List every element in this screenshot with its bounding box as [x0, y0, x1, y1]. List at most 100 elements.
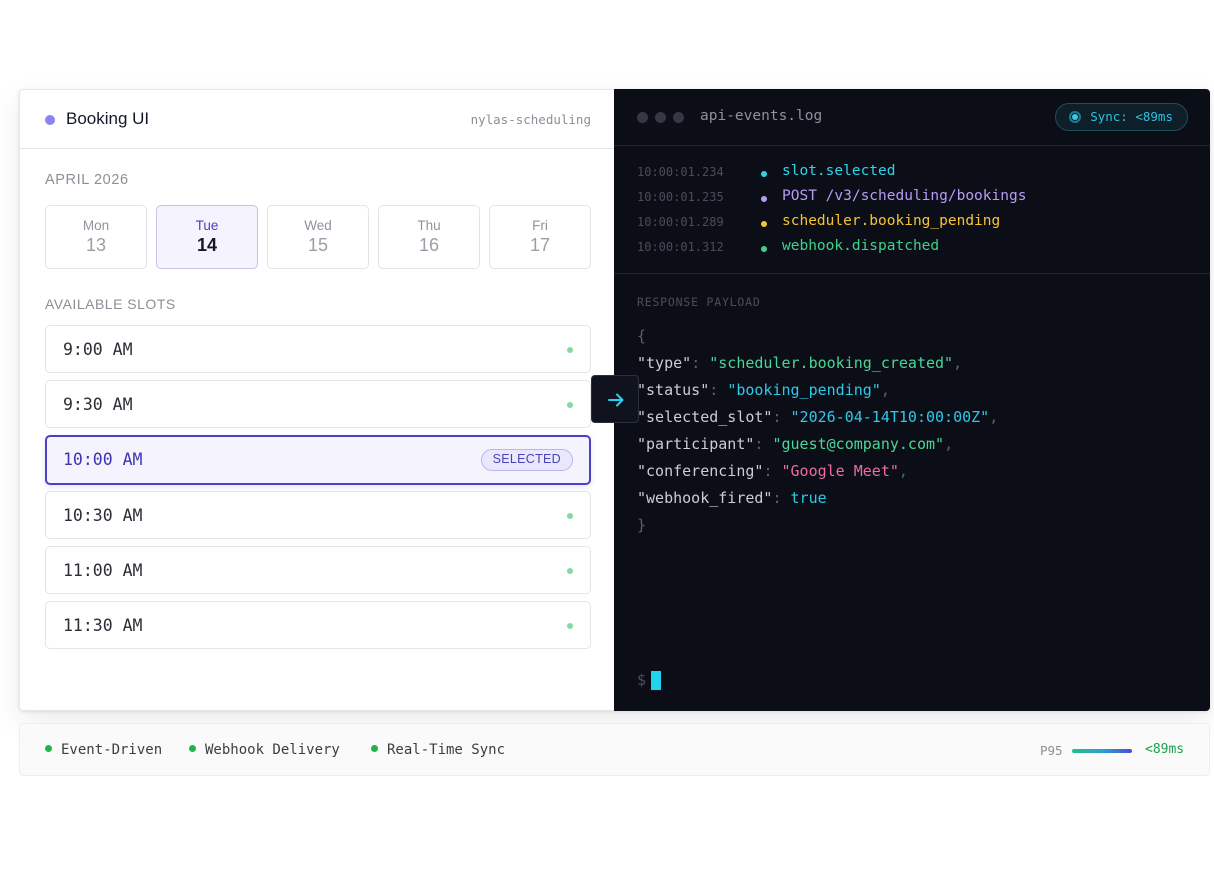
day-tue[interactable]: Tue 14 [156, 205, 258, 269]
day-number: 15 [307, 235, 329, 255]
available-dot [567, 623, 573, 629]
time-slot[interactable]: 11:00 AM [45, 546, 591, 594]
json-colon: : [691, 354, 710, 372]
available-dot [567, 513, 573, 519]
feature-label: Event-Driven [61, 742, 163, 758]
json-line: "type": "scheduler.booking_created", [637, 354, 962, 376]
event-dot [761, 221, 767, 227]
log-timestamp: 10:00:01.289 [637, 215, 724, 229]
json-colon: : [772, 408, 791, 426]
log-timestamp: 10:00:01.235 [637, 190, 724, 204]
day-name: Fri [532, 218, 548, 233]
json-colon: : [754, 435, 773, 453]
feature-dot [371, 745, 378, 752]
slot-time: 9:30 AM [63, 395, 133, 414]
latency-value: <89ms [1145, 742, 1185, 757]
feature-dot [45, 745, 52, 752]
json-value: "scheduler.booking_created" [709, 354, 954, 372]
json-key: "participant" [637, 435, 755, 453]
json-value: true [790, 489, 827, 507]
log-timestamp: 10:00:01.234 [637, 165, 724, 179]
log-row: 10:00:01.234 slot.selected [637, 163, 1157, 188]
slot-time: 9:00 AM [63, 340, 133, 359]
available-dot [567, 347, 573, 353]
slots-heading: AVAILABLE SLOTS [45, 296, 176, 312]
json-colon: : [772, 489, 791, 507]
day-number: 13 [85, 235, 107, 255]
log-row: 10:00:01.289 scheduler.booking_pending [637, 213, 1157, 238]
slot-time: 10:30 AM [63, 506, 143, 525]
sync-label: Sync: <89ms [1090, 109, 1173, 124]
json-key: "webhook_fired" [637, 489, 773, 507]
shell-prompt: $ [637, 671, 647, 689]
month-label: APRIL 2026 [45, 172, 129, 188]
booking-title: Booking UI [66, 109, 150, 128]
json-line: "webhook_fired": true [637, 489, 827, 511]
sync-icon [1069, 111, 1082, 123]
slot-time: 11:00 AM [63, 561, 143, 580]
json-value: "booking_pending" [727, 381, 881, 399]
log-message: scheduler.booking_pending [782, 213, 1001, 229]
json-line: "participant": "guest@company.com", [637, 435, 953, 457]
event-dot [761, 196, 767, 202]
arrow-right-button[interactable] [591, 375, 639, 423]
day-mon[interactable]: Mon 13 [45, 205, 147, 269]
feature-bar: Event-Driven Webhook Delivery Real-Time … [19, 723, 1210, 776]
payload-heading: RESPONSE PAYLOAD [637, 295, 761, 309]
feature-item: Webhook Delivery [189, 742, 340, 758]
log-message: slot.selected [782, 163, 896, 179]
time-slot[interactable]: 11:30 AM [45, 601, 591, 649]
feature-dot [189, 745, 196, 752]
log-timestamp: 10:00:01.312 [637, 240, 724, 254]
window-dot-icon [673, 112, 684, 123]
console-header: api-events.log Sync: <89ms [614, 89, 1210, 146]
day-name: Wed [304, 218, 332, 233]
log-message: POST /v3/scheduling/bookings [782, 188, 1027, 204]
json-comma: , [880, 381, 890, 399]
app-tag: nylas-scheduling [470, 112, 591, 127]
json-line: "conferencing": "Google Meet", [637, 462, 908, 484]
day-wed[interactable]: Wed 15 [267, 205, 369, 269]
status-dot [45, 115, 55, 125]
day-fri[interactable]: Fri 17 [489, 205, 591, 269]
arrow-right-icon [608, 393, 624, 407]
time-slot[interactable]: 9:00 AM [45, 325, 591, 373]
available-dot [567, 402, 573, 408]
time-slot[interactable]: 9:30 AM [45, 380, 591, 428]
booking-panel: Booking UI nylas-scheduling APRIL 2026 M… [19, 89, 614, 711]
sync-badge: Sync: <89ms [1055, 103, 1188, 131]
p95-label: P95 [1040, 743, 1063, 758]
json-comma: , [944, 435, 954, 453]
day-thu[interactable]: Thu 16 [378, 205, 480, 269]
time-slot-selected[interactable]: 10:00 AM SELECTED [45, 435, 591, 485]
log-row: 10:00:01.235 POST /v3/scheduling/booking… [637, 188, 1157, 213]
latency-bar [1072, 749, 1132, 753]
slot-time: 10:00 AM [63, 450, 143, 469]
event-dot [761, 246, 767, 252]
day-name: Thu [417, 218, 441, 233]
window-dot-icon [637, 112, 648, 123]
feature-label: Real-Time Sync [387, 742, 506, 758]
time-slot[interactable]: 10:30 AM [45, 491, 591, 539]
log-row: 10:00:01.312 webhook.dispatched [637, 238, 1157, 263]
json-key: "selected_slot" [637, 408, 773, 426]
event-dot [761, 171, 767, 177]
selected-badge: SELECTED [480, 449, 573, 471]
json-key: "type" [637, 354, 692, 372]
json-key: "conferencing" [637, 462, 764, 480]
json-line: "status": "booking_pending", [637, 381, 890, 403]
json-colon: : [709, 381, 728, 399]
json-comma: , [898, 462, 908, 480]
feature-label: Webhook Delivery [205, 742, 340, 758]
log-filename: api-events.log [700, 108, 823, 124]
console-divider [614, 273, 1210, 274]
day-name: Mon [82, 218, 110, 233]
available-dot [567, 568, 573, 574]
json-comma: , [953, 354, 963, 372]
terminal-cursor[interactable] [651, 671, 661, 690]
booking-header: Booking UI nylas-scheduling [20, 90, 614, 149]
json-value: "Google Meet" [781, 462, 899, 480]
json-line: "selected_slot": "2026-04-14T10:00:00Z", [637, 408, 998, 430]
json-comma: , [989, 408, 999, 426]
day-number: 17 [529, 235, 551, 255]
